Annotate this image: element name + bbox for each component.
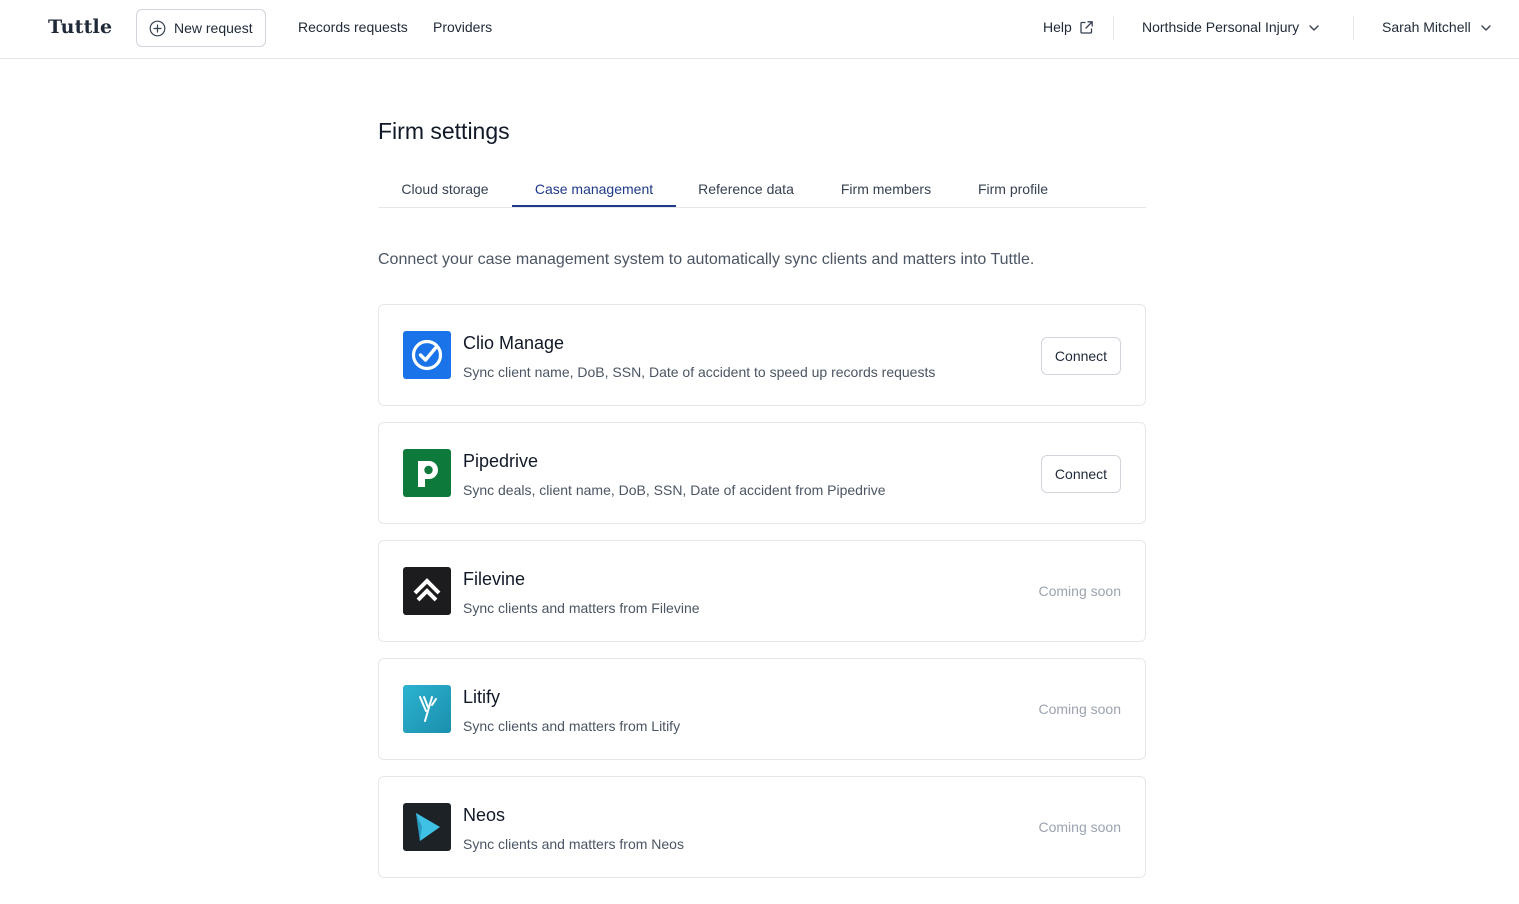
app-logo[interactable]: Tuttle bbox=[48, 16, 112, 38]
user-name: Sarah Mitchell bbox=[1382, 19, 1471, 35]
nav-providers[interactable]: Providers bbox=[433, 19, 492, 35]
integration-description: Sync clients and matters from Neos bbox=[463, 836, 684, 852]
tab-firm-profile[interactable]: Firm profile bbox=[956, 174, 1070, 207]
filevine-logo-icon bbox=[403, 567, 451, 615]
user-menu[interactable]: Sarah Mitchell bbox=[1382, 19, 1492, 35]
litify-logo-icon bbox=[403, 685, 451, 733]
plus-circle-icon bbox=[149, 20, 166, 37]
coming-soon-label: Coming soon bbox=[1038, 701, 1122, 717]
integration-description: Sync clients and matters from Filevine bbox=[463, 600, 700, 616]
settings-tabs: Cloud storage Case management Reference … bbox=[378, 174, 1146, 208]
coming-soon-label: Coming soon bbox=[1038, 583, 1122, 599]
connect-button-clio[interactable]: Connect bbox=[1041, 337, 1121, 375]
integration-card-neos: Neos Sync clients and matters from Neos … bbox=[378, 776, 1146, 878]
firm-name: Northside Personal Injury bbox=[1142, 19, 1300, 35]
integration-description: Sync clients and matters from Litify bbox=[463, 718, 681, 734]
tab-reference-data[interactable]: Reference data bbox=[676, 174, 816, 207]
coming-soon-label: Coming soon bbox=[1038, 819, 1122, 835]
tab-firm-members[interactable]: Firm members bbox=[816, 174, 956, 207]
integration-card-filevine: Filevine Sync clients and matters from F… bbox=[378, 540, 1146, 642]
chevron-down-icon bbox=[1308, 21, 1320, 33]
integration-name: Pipedrive bbox=[463, 451, 539, 471]
integration-card-clio: Clio Manage Sync client name, DoB, SSN, … bbox=[378, 304, 1146, 406]
connect-button-pipedrive[interactable]: Connect bbox=[1041, 455, 1121, 493]
integration-card-litify: Litify Sync clients and matters from Lit… bbox=[378, 658, 1146, 760]
integration-name: Filevine bbox=[463, 569, 526, 589]
integration-description: Sync deals, client name, DoB, SSN, Date … bbox=[463, 482, 886, 498]
intro-text: Connect your case management system to a… bbox=[378, 251, 1035, 268]
pipedrive-logo-icon bbox=[403, 449, 451, 497]
nav-divider bbox=[1113, 16, 1114, 40]
new-request-label: New request bbox=[174, 20, 253, 36]
top-navigation-bar: Tuttle New request Records requests Prov… bbox=[0, 0, 1519, 59]
help-label: Help bbox=[1043, 19, 1072, 35]
page-title: Firm settings bbox=[378, 118, 510, 144]
firm-selector[interactable]: Northside Personal Injury bbox=[1142, 19, 1320, 35]
new-request-button[interactable]: New request bbox=[136, 9, 266, 47]
integration-name: Neos bbox=[463, 805, 506, 825]
integration-description: Sync client name, DoB, SSN, Date of acci… bbox=[463, 364, 936, 380]
integration-name: Clio Manage bbox=[463, 333, 565, 353]
help-link[interactable]: Help bbox=[1043, 19, 1094, 35]
neos-logo-icon bbox=[403, 803, 451, 851]
integration-card-pipedrive: Pipedrive Sync deals, client name, DoB, … bbox=[378, 422, 1146, 524]
chevron-down-icon bbox=[1480, 21, 1492, 33]
tab-case-management[interactable]: Case management bbox=[512, 174, 676, 207]
external-link-icon bbox=[1079, 20, 1094, 35]
integration-name: Litify bbox=[463, 687, 501, 707]
nav-divider bbox=[1353, 16, 1354, 40]
tab-cloud-storage[interactable]: Cloud storage bbox=[378, 174, 512, 207]
nav-records-requests[interactable]: Records requests bbox=[298, 19, 408, 35]
clio-logo-icon bbox=[403, 331, 451, 379]
